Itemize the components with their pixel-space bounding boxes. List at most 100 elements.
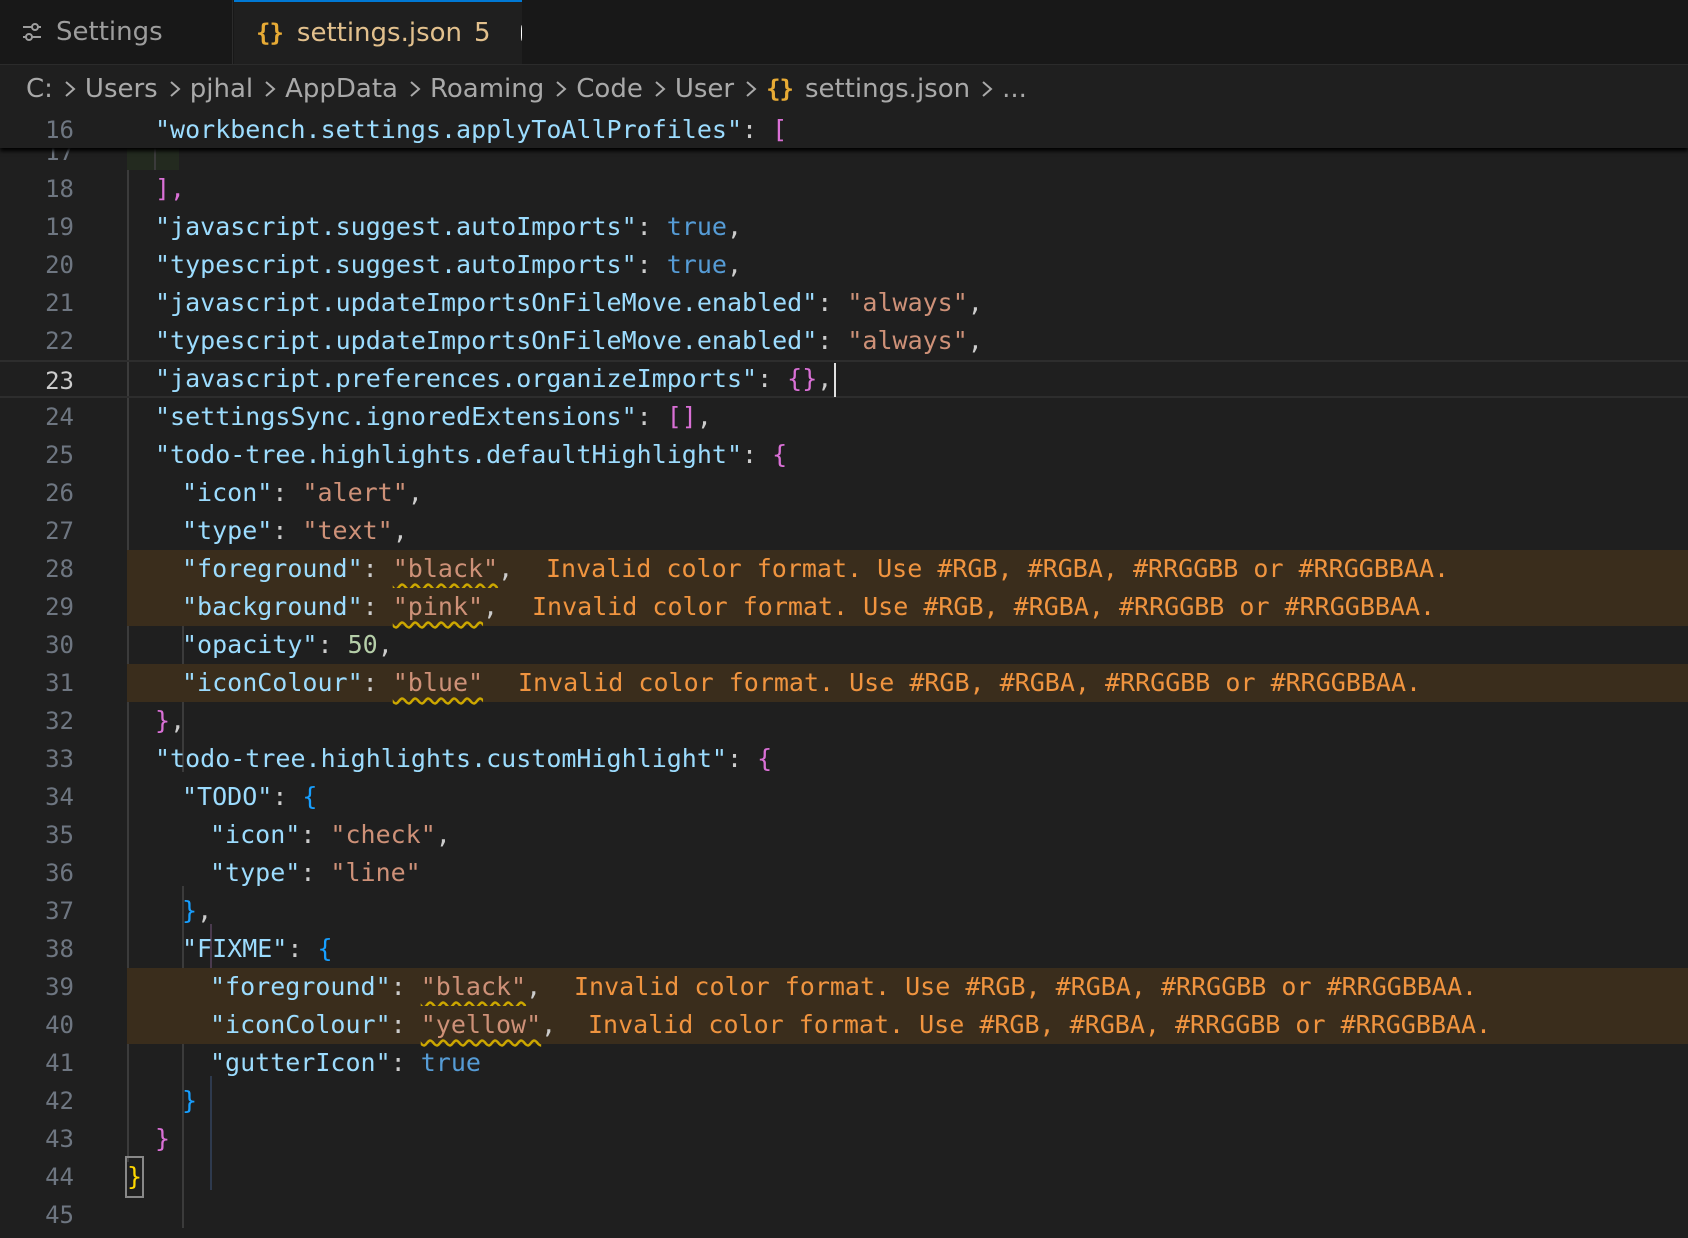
sticky-scroll-header[interactable]: 16 "workbench.settings.applyToAllProfile…: [0, 112, 1688, 148]
json-bracket: }: [155, 1124, 171, 1153]
code-line: "foreground": "black",: [210, 972, 542, 1001]
code-line-31-warning: 31 "iconColour": "blue" Invalid color fo…: [0, 664, 1688, 702]
code-line: "type": "line": [210, 858, 421, 887]
json-key: "settingsSync.ignoredExtensions": [155, 402, 637, 431]
code-line: "background": "pink",: [182, 592, 499, 621]
chevron-right-icon: [981, 79, 993, 99]
json-value: true: [666, 250, 727, 279]
line-number: 39: [45, 973, 74, 1001]
line-number: 27: [45, 517, 74, 545]
code-line-32: 32 },: [0, 702, 1688, 740]
json-value-invalid[interactable]: "yellow": [421, 1010, 541, 1039]
breadcrumb-item[interactable]: Roaming: [430, 74, 544, 104]
line-number: 44: [45, 1163, 74, 1191]
code-line: "iconColour": "yellow",: [210, 1010, 557, 1039]
code-line: "icon": "check",: [210, 820, 451, 849]
code-line: },: [155, 706, 186, 735]
code-line-28-warning: 28 "foreground": "black", Invalid color …: [0, 550, 1688, 588]
tab-settings[interactable]: Settings: [0, 0, 233, 64]
json-key: "iconColour": [182, 668, 363, 697]
problem-count-badge: 5: [474, 18, 491, 48]
code-line: },: [182, 896, 213, 925]
code-line: "TODO": {: [182, 782, 318, 811]
json-key: "todo-tree.highlights.defaultHighlight": [155, 440, 742, 469]
code-line: ],: [155, 174, 186, 203]
json-value: []: [666, 402, 697, 431]
code-line-40-warning: 40 "iconColour": "yellow", Invalid color…: [0, 1006, 1688, 1044]
breadcrumb-item[interactable]: Users: [85, 74, 158, 104]
line-number: 32: [45, 707, 74, 735]
json-key: "TODO": [182, 782, 273, 811]
line-number: 29: [45, 593, 74, 621]
code-line-39-warning: 39 "foreground": "black", Invalid color …: [0, 968, 1688, 1006]
code-line-34: 34 "TODO": {: [0, 778, 1688, 816]
text-cursor: [834, 363, 837, 397]
unsaved-changes-dot-icon[interactable]: [520, 25, 522, 41]
code-line-37: 37 },: [0, 892, 1688, 930]
code-line: "todo-tree.highlights.defaultHighlight":…: [155, 440, 788, 469]
line-number: 36: [45, 859, 74, 887]
json-value: "check": [330, 820, 436, 849]
json-key: "opacity": [182, 630, 318, 659]
breadcrumb-item[interactable]: ...: [1002, 74, 1027, 104]
json-value: true: [420, 1048, 481, 1077]
chevron-right-icon: [64, 79, 76, 99]
code-line-33: 33 "todo-tree.highlights.customHighlight…: [0, 740, 1688, 778]
code-line: "gutterIcon": true: [210, 1048, 481, 1077]
code-line-23-current: 23 "javascript.preferences.organizeImpor…: [0, 360, 1688, 398]
json-value-invalid[interactable]: "blue": [393, 668, 483, 697]
json-key: "typescript.updateImportsOnFileMove.enab…: [155, 326, 818, 355]
code-line-41: 41 "gutterIcon": true: [0, 1044, 1688, 1082]
breadcrumb-item[interactable]: AppData: [285, 74, 398, 104]
code-line-22: 22 "typescript.updateImportsOnFileMove.e…: [0, 322, 1688, 360]
line-number: 43: [45, 1125, 74, 1153]
code-line: "foreground": "black",: [182, 554, 514, 583]
json-bracket-matched: }: [124, 1156, 145, 1198]
code-line: "typescript.updateImportsOnFileMove.enab…: [155, 326, 983, 355]
line-number: 35: [45, 821, 74, 849]
json-value-invalid[interactable]: "black": [393, 554, 498, 583]
code-editor[interactable]: 16 "workbench.settings.applyToAllProfile…: [0, 112, 1688, 1238]
breadcrumb-item[interactable]: pjhal: [190, 74, 253, 104]
code-line-42: 42 }: [0, 1082, 1688, 1120]
json-value: "always": [847, 288, 968, 317]
code-line-20: 20 "typescript.suggest.autoImports": tru…: [0, 246, 1688, 284]
json-key: "FIXME": [182, 934, 288, 963]
json-key: "background": [182, 592, 363, 621]
json-value-invalid[interactable]: "black": [421, 972, 526, 1001]
code-line-35: 35 "icon": "check",: [0, 816, 1688, 854]
tab-settings-json[interactable]: {} settings.json 5: [234, 0, 522, 64]
line-number: 40: [45, 1011, 74, 1039]
inline-warning-message: Invalid color format. Use #RGB, #RGBA, #…: [546, 554, 1450, 583]
inline-warning-message: Invalid color format. Use #RGB, #RGBA, #…: [518, 668, 1422, 697]
breadcrumb-item[interactable]: Code: [576, 74, 643, 104]
code-line-44: 44 }: [0, 1156, 1688, 1198]
json-value: "text": [302, 516, 393, 545]
breadcrumb-item[interactable]: C:: [26, 74, 53, 104]
line-number: 19: [45, 213, 74, 241]
json-value: "line": [330, 858, 421, 887]
code-line-19: 19 "javascript.suggest.autoImports": tru…: [0, 208, 1688, 246]
breadcrumb-item[interactable]: settings.json: [805, 74, 970, 104]
json-bracket: {: [772, 440, 788, 469]
line-number: 31: [45, 669, 74, 697]
line-number: 24: [45, 403, 74, 431]
code-line-18: 18 ],: [0, 170, 1688, 208]
line-number: 33: [45, 745, 74, 773]
line-number: 26: [45, 479, 74, 507]
json-value-invalid[interactable]: "pink": [393, 592, 483, 621]
line-number: 16: [45, 116, 74, 144]
code-line-38: 38 "FIXME": {: [0, 930, 1688, 968]
chevron-right-icon: [409, 79, 421, 99]
breadcrumb-item[interactable]: User: [675, 74, 734, 104]
json-key: "javascript.preferences.organizeImports": [155, 364, 758, 393]
json-key: "typescript.suggest.autoImports": [155, 250, 637, 279]
json-bracket: }: [155, 706, 171, 735]
chevron-right-icon: [555, 79, 567, 99]
tab-bar: Settings {} settings.json 5: [0, 0, 1688, 65]
code-line-45: 45: [0, 1196, 1688, 1234]
line-number: 21: [45, 289, 74, 317]
chevron-right-icon: [654, 79, 666, 99]
code-line: "javascript.updateImportsOnFileMove.enab…: [155, 288, 983, 317]
code-line: "type": "text",: [182, 516, 408, 545]
